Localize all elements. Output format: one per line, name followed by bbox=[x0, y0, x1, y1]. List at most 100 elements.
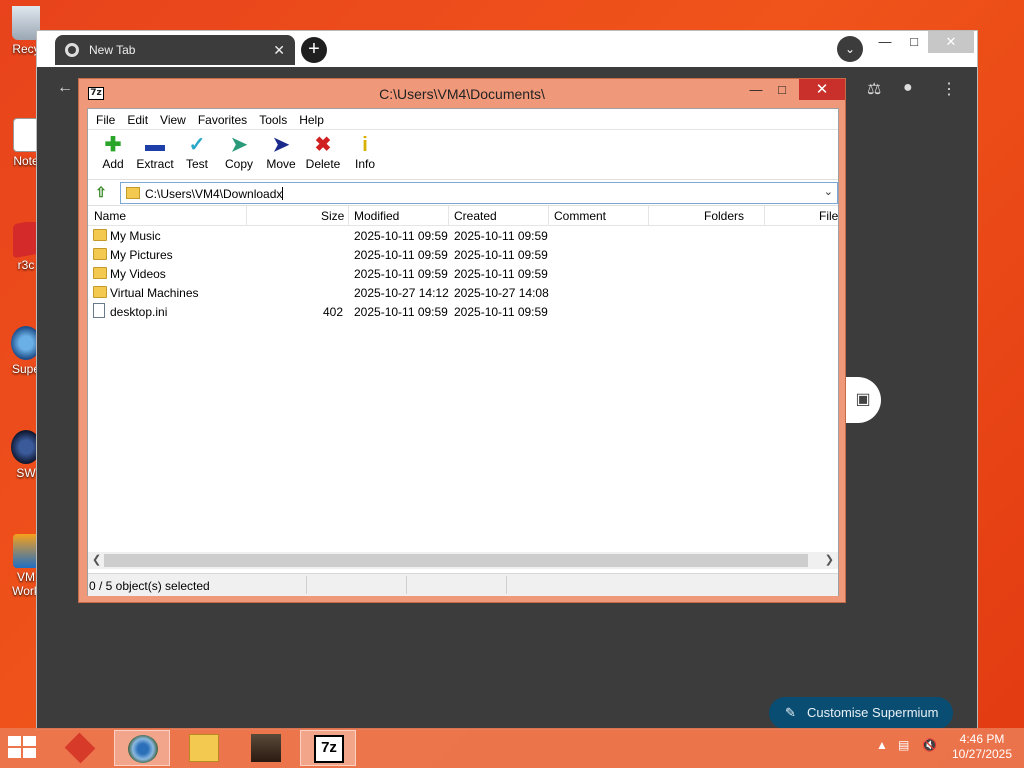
info-icon: i bbox=[362, 134, 368, 156]
table-row[interactable]: My Pictures 2025-10-11 09:59 2025-10-11 … bbox=[88, 245, 838, 264]
chrome-icon bbox=[65, 43, 79, 57]
test-button[interactable]: ✓ Test bbox=[176, 130, 218, 179]
back-icon[interactable]: ← bbox=[57, 79, 73, 97]
info-label: Info bbox=[354, 157, 375, 171]
column-header-created[interactable]: Created bbox=[454, 209, 497, 223]
column-header-size[interactable]: Size bbox=[321, 209, 344, 223]
ini-file-icon bbox=[93, 303, 105, 318]
status-bar: 0 / 5 object(s) selected bbox=[88, 573, 838, 596]
folder-icon bbox=[126, 187, 140, 199]
add-button[interactable]: ✚ Add bbox=[92, 130, 134, 179]
info-button[interactable]: i Info bbox=[344, 130, 386, 179]
tab-search-icon[interactable]: ⌄ bbox=[837, 36, 863, 62]
browser-tab-strip: New Tab ✕ + ⌄ — □ ✕ bbox=[37, 31, 977, 67]
copy-button[interactable]: ➤ Copy bbox=[218, 130, 260, 179]
browser-tab[interactable]: New Tab ✕ bbox=[55, 35, 295, 65]
table-row[interactable]: desktop.ini 402 2025-10-11 09:59 2025-10… bbox=[88, 302, 838, 321]
customise-button[interactable]: ✎ Customise Supermium bbox=[769, 697, 953, 729]
extract-label: Extract bbox=[136, 157, 174, 171]
toolbar: ✚ Add ▬ Extract ✓ Test ➤ Copy ➤ Move ✖ D… bbox=[88, 130, 838, 180]
file-size: 402 bbox=[323, 305, 344, 319]
clock-date: 10/27/2025 bbox=[951, 747, 1013, 761]
folder-icon bbox=[93, 229, 107, 241]
taskbar-app-4[interactable] bbox=[238, 730, 294, 766]
file-modified: 2025-10-11 09:59 bbox=[354, 229, 448, 243]
horizontal-scrollbar[interactable]: ❮ ❯ bbox=[88, 552, 838, 569]
copy-arrow-icon: ➤ bbox=[230, 134, 248, 156]
test-label: Test bbox=[185, 157, 208, 171]
minimize-button[interactable]: — bbox=[743, 82, 769, 97]
client-area: File Edit View Favorites Tools Help ✚ Ad… bbox=[87, 108, 839, 596]
table-row[interactable]: My Music 2025-10-11 09:59 2025-10-11 09:… bbox=[88, 226, 838, 245]
add-label: Add bbox=[102, 157, 124, 171]
taskbar: 7z ▲ ▤ 🔇 4:46 PM 10/27/2025 bbox=[0, 728, 1024, 768]
file-created: 2025-10-11 09:59 bbox=[454, 267, 548, 281]
move-button[interactable]: ➤ Move bbox=[260, 130, 302, 179]
new-tab-button[interactable]: + bbox=[301, 37, 327, 63]
column-header-comment[interactable]: Comment bbox=[554, 209, 606, 223]
network-icon[interactable]: ▤ bbox=[898, 738, 909, 752]
file-created: 2025-10-11 09:59 bbox=[454, 305, 548, 319]
minus-icon: ▬ bbox=[145, 134, 165, 156]
scrollbar-thumb[interactable] bbox=[104, 554, 808, 567]
taskbar-app-1[interactable] bbox=[52, 730, 108, 766]
menu-tools[interactable]: Tools bbox=[253, 109, 293, 129]
table-row[interactable]: My Videos 2025-10-11 09:59 2025-10-11 09… bbox=[88, 264, 838, 283]
labs-icon[interactable]: ⚖ bbox=[867, 79, 881, 99]
copy-label: Copy bbox=[224, 157, 253, 171]
camera-icon[interactable]: ▣ bbox=[845, 377, 881, 423]
folder-icon bbox=[93, 248, 107, 260]
tab-title: New Tab bbox=[89, 43, 136, 57]
browser-minimize-button[interactable]: — bbox=[870, 31, 900, 53]
windows-start-icon[interactable] bbox=[8, 736, 38, 760]
window-title: C:\Users\VM4\Documents\ bbox=[379, 86, 545, 102]
pencil-icon: ✎ bbox=[785, 705, 796, 720]
column-header-name[interactable]: Name bbox=[94, 209, 126, 223]
file-list: My Music 2025-10-11 09:59 2025-10-11 09:… bbox=[88, 226, 838, 526]
file-name: desktop.ini bbox=[110, 305, 168, 319]
folder-up-icon[interactable]: ⇧ bbox=[93, 184, 109, 200]
file-created: 2025-10-11 09:59 bbox=[454, 229, 548, 243]
browser-close-button[interactable]: ✕ bbox=[928, 31, 974, 53]
close-button[interactable]: ✕ bbox=[799, 79, 845, 100]
taskbar-browser[interactable] bbox=[114, 730, 170, 766]
file-name: My Videos bbox=[110, 267, 166, 281]
file-created: 2025-10-11 09:59 bbox=[454, 248, 548, 262]
title-bar[interactable]: 7z C:\Users\VM4\Documents\ — □ ✕ bbox=[79, 79, 845, 107]
taskbar-7-zip[interactable]: 7z bbox=[300, 730, 356, 766]
address-combobox[interactable]: C:\Users\VM4\Downloadx ⌄ bbox=[120, 182, 838, 204]
menu-edit[interactable]: Edit bbox=[121, 109, 154, 129]
extract-button[interactable]: ▬ Extract bbox=[134, 130, 176, 179]
menu-view[interactable]: View bbox=[154, 109, 192, 129]
tab-close-icon[interactable]: ✕ bbox=[273, 42, 285, 59]
folder-icon bbox=[189, 734, 219, 762]
menu-icon[interactable]: ⋮ bbox=[941, 79, 957, 99]
menu-help[interactable]: Help bbox=[293, 109, 330, 129]
clock-time: 4:46 PM bbox=[959, 732, 1005, 746]
folder-icon bbox=[93, 267, 107, 279]
move-label: Move bbox=[266, 157, 296, 171]
column-header-modified[interactable]: Modified bbox=[354, 209, 399, 223]
taskbar-file-explorer[interactable] bbox=[176, 730, 232, 766]
delete-button[interactable]: ✖ Delete bbox=[302, 130, 344, 179]
address-input[interactable]: C:\Users\VM4\Downloadx bbox=[145, 187, 284, 201]
maximize-button[interactable]: □ bbox=[769, 82, 795, 97]
profile-icon[interactable]: ● bbox=[903, 79, 913, 97]
menu-file[interactable]: File bbox=[90, 109, 121, 129]
seven-zip-window: 7z C:\Users\VM4\Documents\ — □ ✕ File Ed… bbox=[78, 78, 846, 603]
file-modified: 2025-10-27 14:12 bbox=[354, 286, 449, 300]
volume-muted-icon[interactable]: 🔇 bbox=[922, 738, 937, 752]
column-header-folders[interactable]: Folders bbox=[704, 209, 744, 223]
file-name: My Music bbox=[110, 229, 161, 243]
file-modified: 2025-10-11 09:59 bbox=[354, 305, 448, 319]
browser-maximize-button[interactable]: □ bbox=[899, 31, 929, 53]
scroll-left-icon[interactable]: ❮ bbox=[92, 553, 101, 566]
table-row[interactable]: Virtual Machines 2025-10-27 14:12 2025-1… bbox=[88, 283, 838, 302]
column-header-files[interactable]: File bbox=[819, 209, 838, 223]
menu-favorites[interactable]: Favorites bbox=[192, 109, 253, 129]
chevron-down-icon[interactable]: ⌄ bbox=[824, 185, 833, 198]
taskbar-clock[interactable]: 4:46 PM 10/27/2025 bbox=[944, 732, 1020, 762]
tray-overflow-icon[interactable]: ▲ bbox=[876, 738, 888, 752]
scroll-right-icon[interactable]: ❯ bbox=[825, 553, 834, 566]
menu-bar: File Edit View Favorites Tools Help bbox=[88, 109, 838, 130]
